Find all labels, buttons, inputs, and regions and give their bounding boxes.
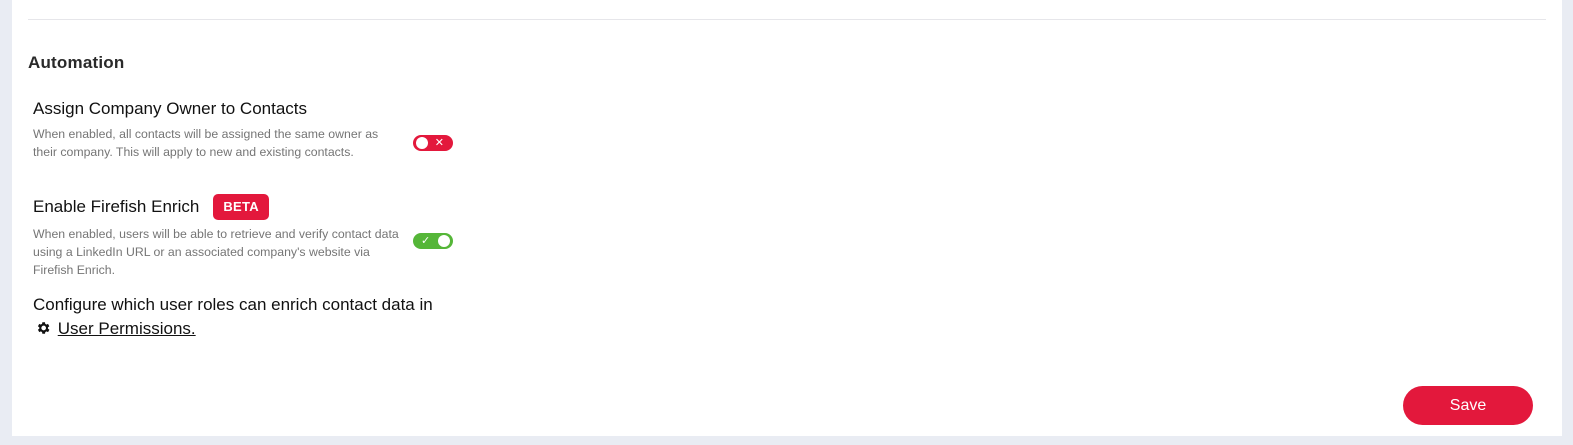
setting-title: Enable Firefish Enrich BETA <box>33 194 473 220</box>
firefish-enrich-toggle[interactable]: ✓ <box>413 233 453 249</box>
settings-panel: Automation Assign Company Owner to Conta… <box>12 0 1562 436</box>
gear-icon <box>35 319 51 343</box>
user-permissions-link[interactable]: User Permissions. <box>58 319 196 338</box>
section-title: Automation <box>28 53 125 72</box>
setting-title: Assign Company Owner to Contacts <box>33 98 473 120</box>
setting-title-label: Enable Firefish Enrich <box>33 197 200 216</box>
section-divider <box>28 19 1546 20</box>
assign-owner-toggle[interactable]: ✕ <box>413 135 453 151</box>
toggle-knob <box>416 137 428 149</box>
check-icon: ✓ <box>421 235 431 247</box>
close-icon: ✕ <box>434 137 444 149</box>
beta-badge: BETA <box>213 194 269 220</box>
toggle-knob <box>438 235 450 247</box>
setting-description: When enabled, users will be able to retr… <box>33 227 399 277</box>
setting-description: When enabled, all contacts will be assig… <box>33 127 379 159</box>
setting-title-label: Assign Company Owner to Contacts <box>33 99 308 118</box>
setting-assign-company-owner: Assign Company Owner to Contacts When en… <box>33 98 473 161</box>
permissions-text: Configure which user roles can enrich co… <box>33 295 433 314</box>
permissions-note: Configure which user roles can enrich co… <box>33 293 433 343</box>
setting-enable-firefish-enrich: Enable Firefish Enrich BETA When enabled… <box>33 194 473 279</box>
save-button[interactable]: Save <box>1403 386 1533 425</box>
